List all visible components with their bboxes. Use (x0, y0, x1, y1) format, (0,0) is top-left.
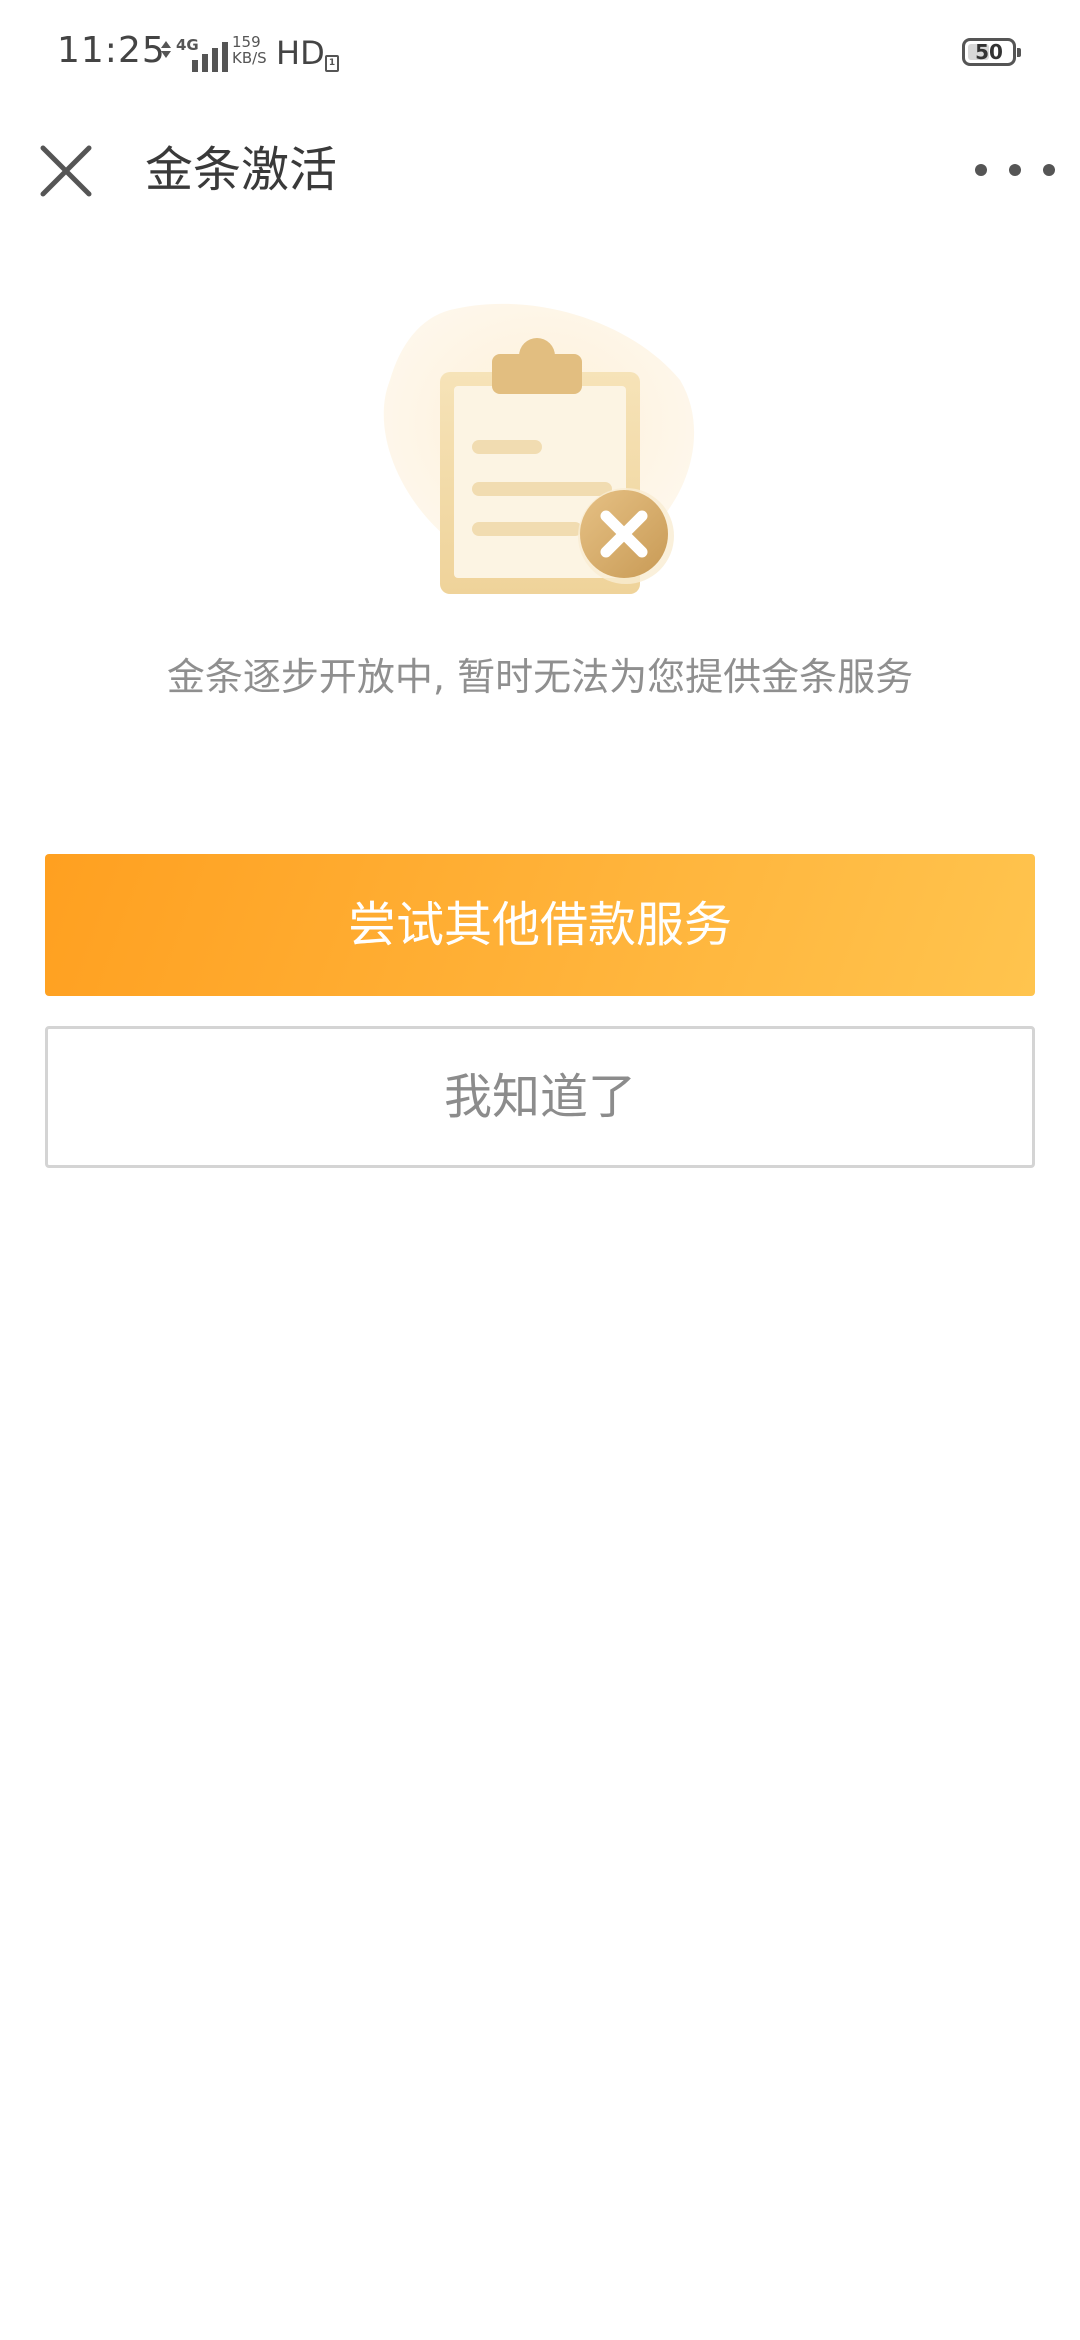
close-button[interactable] (30, 135, 102, 207)
unavailable-message: 金条逐步开放中, 暂时无法为您提供金条服务 (166, 655, 914, 699)
more-icon-dot (975, 164, 987, 176)
clipboard-error-icon (383, 303, 695, 594)
data-transfer-icon (160, 38, 172, 72)
header: 金条激活 (0, 110, 1080, 230)
try-other-loan-button[interactable]: 尝试其他借款服务 (45, 854, 1035, 996)
network-type: 4G (176, 36, 199, 54)
status-time: 11:25 (57, 30, 166, 71)
more-icon-dot (1043, 164, 1055, 176)
network-speed: 159 KB/S (232, 34, 267, 66)
hd-voice-label: HD (276, 34, 325, 72)
hd-voice-sim-badge: 1 (325, 55, 339, 72)
more-icon-dot (1009, 164, 1021, 176)
close-icon (40, 145, 92, 197)
status-bar: 11:25 4G 159 KB/S HD 1 50 (0, 0, 1080, 110)
battery-level-text: 50 (975, 40, 1003, 64)
network-speed-unit: KB/S (232, 49, 267, 67)
battery-icon: 50 (962, 38, 1021, 66)
network-speed-value: 159 (232, 33, 261, 51)
clipboard-error-illustration (380, 300, 700, 610)
acknowledge-button[interactable]: 我知道了 (45, 1026, 1035, 1168)
more-button[interactable] (975, 140, 1055, 200)
page-title: 金条激活 (145, 142, 338, 198)
